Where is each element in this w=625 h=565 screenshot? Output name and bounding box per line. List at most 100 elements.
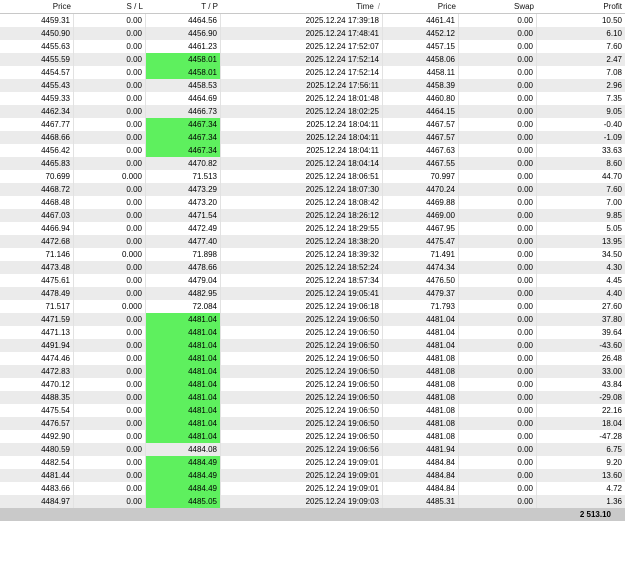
- table-row[interactable]: 4473.48 0.00 4478.66 2025.12.24 18:52:24 447…: [0, 261, 625, 274]
- cell-tp: 4481.04: [146, 404, 221, 417]
- table-row[interactable]: 4462.34 0.00 4466.73 2025.12.24 18:02:25 446…: [0, 105, 625, 118]
- table-row[interactable]: 4475.54 0.00 4481.04 2025.12.24 19:06:50 448…: [0, 404, 625, 417]
- cell-swap: 0.00: [459, 365, 537, 378]
- cell-price-open: 4468.66: [0, 131, 74, 144]
- cell-time: 2025.12.24 19:06:50: [221, 326, 383, 339]
- table-row[interactable]: 4482.54 0.00 4484.49 2025.12.24 19:09:01 448…: [0, 456, 625, 469]
- cell-swap: 0.00: [459, 118, 537, 131]
- table-row[interactable]: 4478.49 0.00 4482.95 2025.12.24 19:05:41 447…: [0, 287, 625, 300]
- cell-sl: 0.00: [74, 183, 146, 196]
- cell-price-current: 4460.80: [383, 92, 459, 105]
- table-row[interactable]: 4455.59 0.00 4458.01 2025.12.24 17:52:14 445…: [0, 53, 625, 66]
- cell-swap: 0.00: [459, 144, 537, 157]
- cell-tp: 4481.04: [146, 417, 221, 430]
- cell-swap: 0.00: [459, 417, 537, 430]
- table-row[interactable]: 4459.33 0.00 4464.69 2025.12.24 18:01:48 446…: [0, 92, 625, 105]
- cell-sl: 0.00: [74, 274, 146, 287]
- table-row[interactable]: 4471.13 0.00 4481.04 2025.12.24 19:06:50 448…: [0, 326, 625, 339]
- cell-profit: 10.50: [601, 16, 622, 25]
- table-row[interactable]: 4472.68 0.00 4477.40 2025.12.24 18:38:20 447…: [0, 235, 625, 248]
- cell-price-open: 4466.94: [0, 222, 74, 235]
- cell-swap: 0.00: [459, 14, 537, 27]
- cell-price-open: 4474.46: [0, 352, 74, 365]
- table-row[interactable]: 4456.42 0.00 4467.34 2025.12.24 18:04:11 446…: [0, 144, 625, 157]
- cell-sl: 0.00: [74, 131, 146, 144]
- cell-price-current: 4481.04: [383, 339, 459, 352]
- cell-time: 2025.12.24 19:06:56: [221, 443, 383, 456]
- table-row[interactable]: 4492.90 0.00 4481.04 2025.12.24 19:06:50 448…: [0, 430, 625, 443]
- cell-price-current: 4485.31: [383, 495, 459, 508]
- table-row[interactable]: 4455.43 0.00 4458.53 2025.12.24 17:56:11 445…: [0, 79, 625, 92]
- cell-time: 2025.12.24 19:06:50: [221, 313, 383, 326]
- table-row[interactable]: 4475.61 0.00 4479.04 2025.12.24 18:57:34 447…: [0, 274, 625, 287]
- cell-price-open: 4467.03: [0, 209, 74, 222]
- table-row[interactable]: 4472.83 0.00 4481.04 2025.12.24 19:06:50 448…: [0, 365, 625, 378]
- cell-tp: 4477.40: [146, 235, 221, 248]
- cell-tp: 4484.49: [146, 482, 221, 495]
- table-row[interactable]: 4467.77 0.00 4467.34 2025.12.24 18:04:11 446…: [0, 118, 625, 131]
- cell-time: 2025.12.24 18:02:25: [221, 105, 383, 118]
- cell-tp: 4467.34: [146, 118, 221, 131]
- table-row[interactable]: 4488.35 0.00 4481.04 2025.12.24 19:06:50 448…: [0, 391, 625, 404]
- column-header-swap[interactable]: Swap: [459, 0, 537, 13]
- cell-price-current: 4467.57: [383, 118, 459, 131]
- table-row[interactable]: 4470.12 0.00 4481.04 2025.12.24 19:06:50 448…: [0, 378, 625, 391]
- cell-tp: 4484.08: [146, 443, 221, 456]
- cell-profit: 6.75: [606, 445, 622, 454]
- cell-profit: -0.40: [603, 120, 622, 129]
- table-row[interactable]: 4450.90 0.00 4456.90 2025.12.24 17:48:41 445…: [0, 27, 625, 40]
- cell-price-current: 4481.08: [383, 378, 459, 391]
- cell-time: 2025.12.24 18:39:32: [221, 248, 383, 261]
- cell-price-open: 71.146: [0, 248, 74, 261]
- cell-tp: 4481.04: [146, 326, 221, 339]
- column-header-time[interactable]: Time /: [221, 0, 383, 13]
- table-row[interactable]: 4468.66 0.00 4467.34 2025.12.24 18:04:11 446…: [0, 131, 625, 144]
- cell-price-current: 4484.84: [383, 482, 459, 495]
- cell-time: 2025.12.24 17:39:18: [221, 14, 383, 27]
- table-row[interactable]: 4476.57 0.00 4481.04 2025.12.24 19:06:50 448…: [0, 417, 625, 430]
- table-row[interactable]: 4455.63 0.00 4461.23 2025.12.24 17:52:07 445…: [0, 40, 625, 53]
- table-row[interactable]: 4468.48 0.00 4473.20 2025.12.24 18:08:42 446…: [0, 196, 625, 209]
- table-row[interactable]: 71.517 0.000 72.084 2025.12.24 19:06:18 71.7…: [0, 300, 625, 313]
- table-row[interactable]: 4459.31 0.00 4464.56 2025.12.24 17:39:18 446…: [0, 14, 625, 27]
- column-header-price-current[interactable]: Price: [383, 0, 459, 13]
- cell-swap: 0.00: [459, 482, 537, 495]
- table-row[interactable]: 4480.59 0.00 4484.08 2025.12.24 19:06:56 448…: [0, 443, 625, 456]
- cell-profit: 18.04: [601, 419, 622, 428]
- column-header-tp[interactable]: T / P: [146, 0, 221, 13]
- table-row[interactable]: 4467.03 0.00 4471.54 2025.12.24 18:26:12 446…: [0, 209, 625, 222]
- cell-swap: 0.00: [459, 430, 537, 443]
- cell-sl: 0.00: [74, 482, 146, 495]
- cell-price-current: 4457.15: [383, 40, 459, 53]
- table-row[interactable]: 4481.44 0.00 4484.49 2025.12.24 19:09:01 448…: [0, 469, 625, 482]
- column-header-sl[interactable]: S / L: [74, 0, 146, 13]
- table-row[interactable]: 4466.94 0.00 4472.49 2025.12.24 18:29:55 446…: [0, 222, 625, 235]
- cell-swap: 0.00: [459, 66, 537, 79]
- cell-sl: 0.00: [74, 443, 146, 456]
- table-row[interactable]: 4471.59 0.00 4481.04 2025.12.24 19:06:50 448…: [0, 313, 625, 326]
- sort-indicator-icon: /: [377, 2, 380, 11]
- table-row[interactable]: 71.146 0.000 71.898 2025.12.24 18:39:32 71.4…: [0, 248, 625, 261]
- cell-profit: 37.80: [601, 315, 622, 324]
- table-row[interactable]: 4484.97 0.00 4485.05 2025.12.24 19:09:03 448…: [0, 495, 625, 508]
- cell-tp: 4482.95: [146, 287, 221, 300]
- cell-price-open: 4475.54: [0, 404, 74, 417]
- cell-price-open: 4468.48: [0, 196, 74, 209]
- table-row[interactable]: 70.699 0.000 71.513 2025.12.24 18:06:51 70.9…: [0, 170, 625, 183]
- table-row[interactable]: 4465.83 0.00 4470.82 2025.12.24 18:04:14 446…: [0, 157, 625, 170]
- table-row[interactable]: 4491.94 0.00 4481.04 2025.12.24 19:06:50 448…: [0, 339, 625, 352]
- cell-tp: 71.513: [146, 170, 221, 183]
- cell-price-current: 4481.94: [383, 443, 459, 456]
- table-row[interactable]: 4483.66 0.00 4484.49 2025.12.24 19:09:01 448…: [0, 482, 625, 495]
- cell-profit: 5.05: [606, 224, 622, 233]
- cell-sl: 0.00: [74, 66, 146, 79]
- cell-price-open: 4456.42: [0, 144, 74, 157]
- cell-time: 2025.12.24 18:04:11: [221, 131, 383, 144]
- table-row[interactable]: 4454.57 0.00 4458.01 2025.12.24 17:52:14 445…: [0, 66, 625, 79]
- table-row[interactable]: 4468.72 0.00 4473.29 2025.12.24 18:07:30 447…: [0, 183, 625, 196]
- table-row[interactable]: 4474.46 0.00 4481.04 2025.12.24 19:06:50 448…: [0, 352, 625, 365]
- column-header-price-open[interactable]: Price: [0, 0, 74, 13]
- cell-time: 2025.12.24 18:04:11: [221, 118, 383, 131]
- column-header-profit[interactable]: Profit: [537, 0, 625, 13]
- cell-profit: 13.60: [601, 471, 622, 480]
